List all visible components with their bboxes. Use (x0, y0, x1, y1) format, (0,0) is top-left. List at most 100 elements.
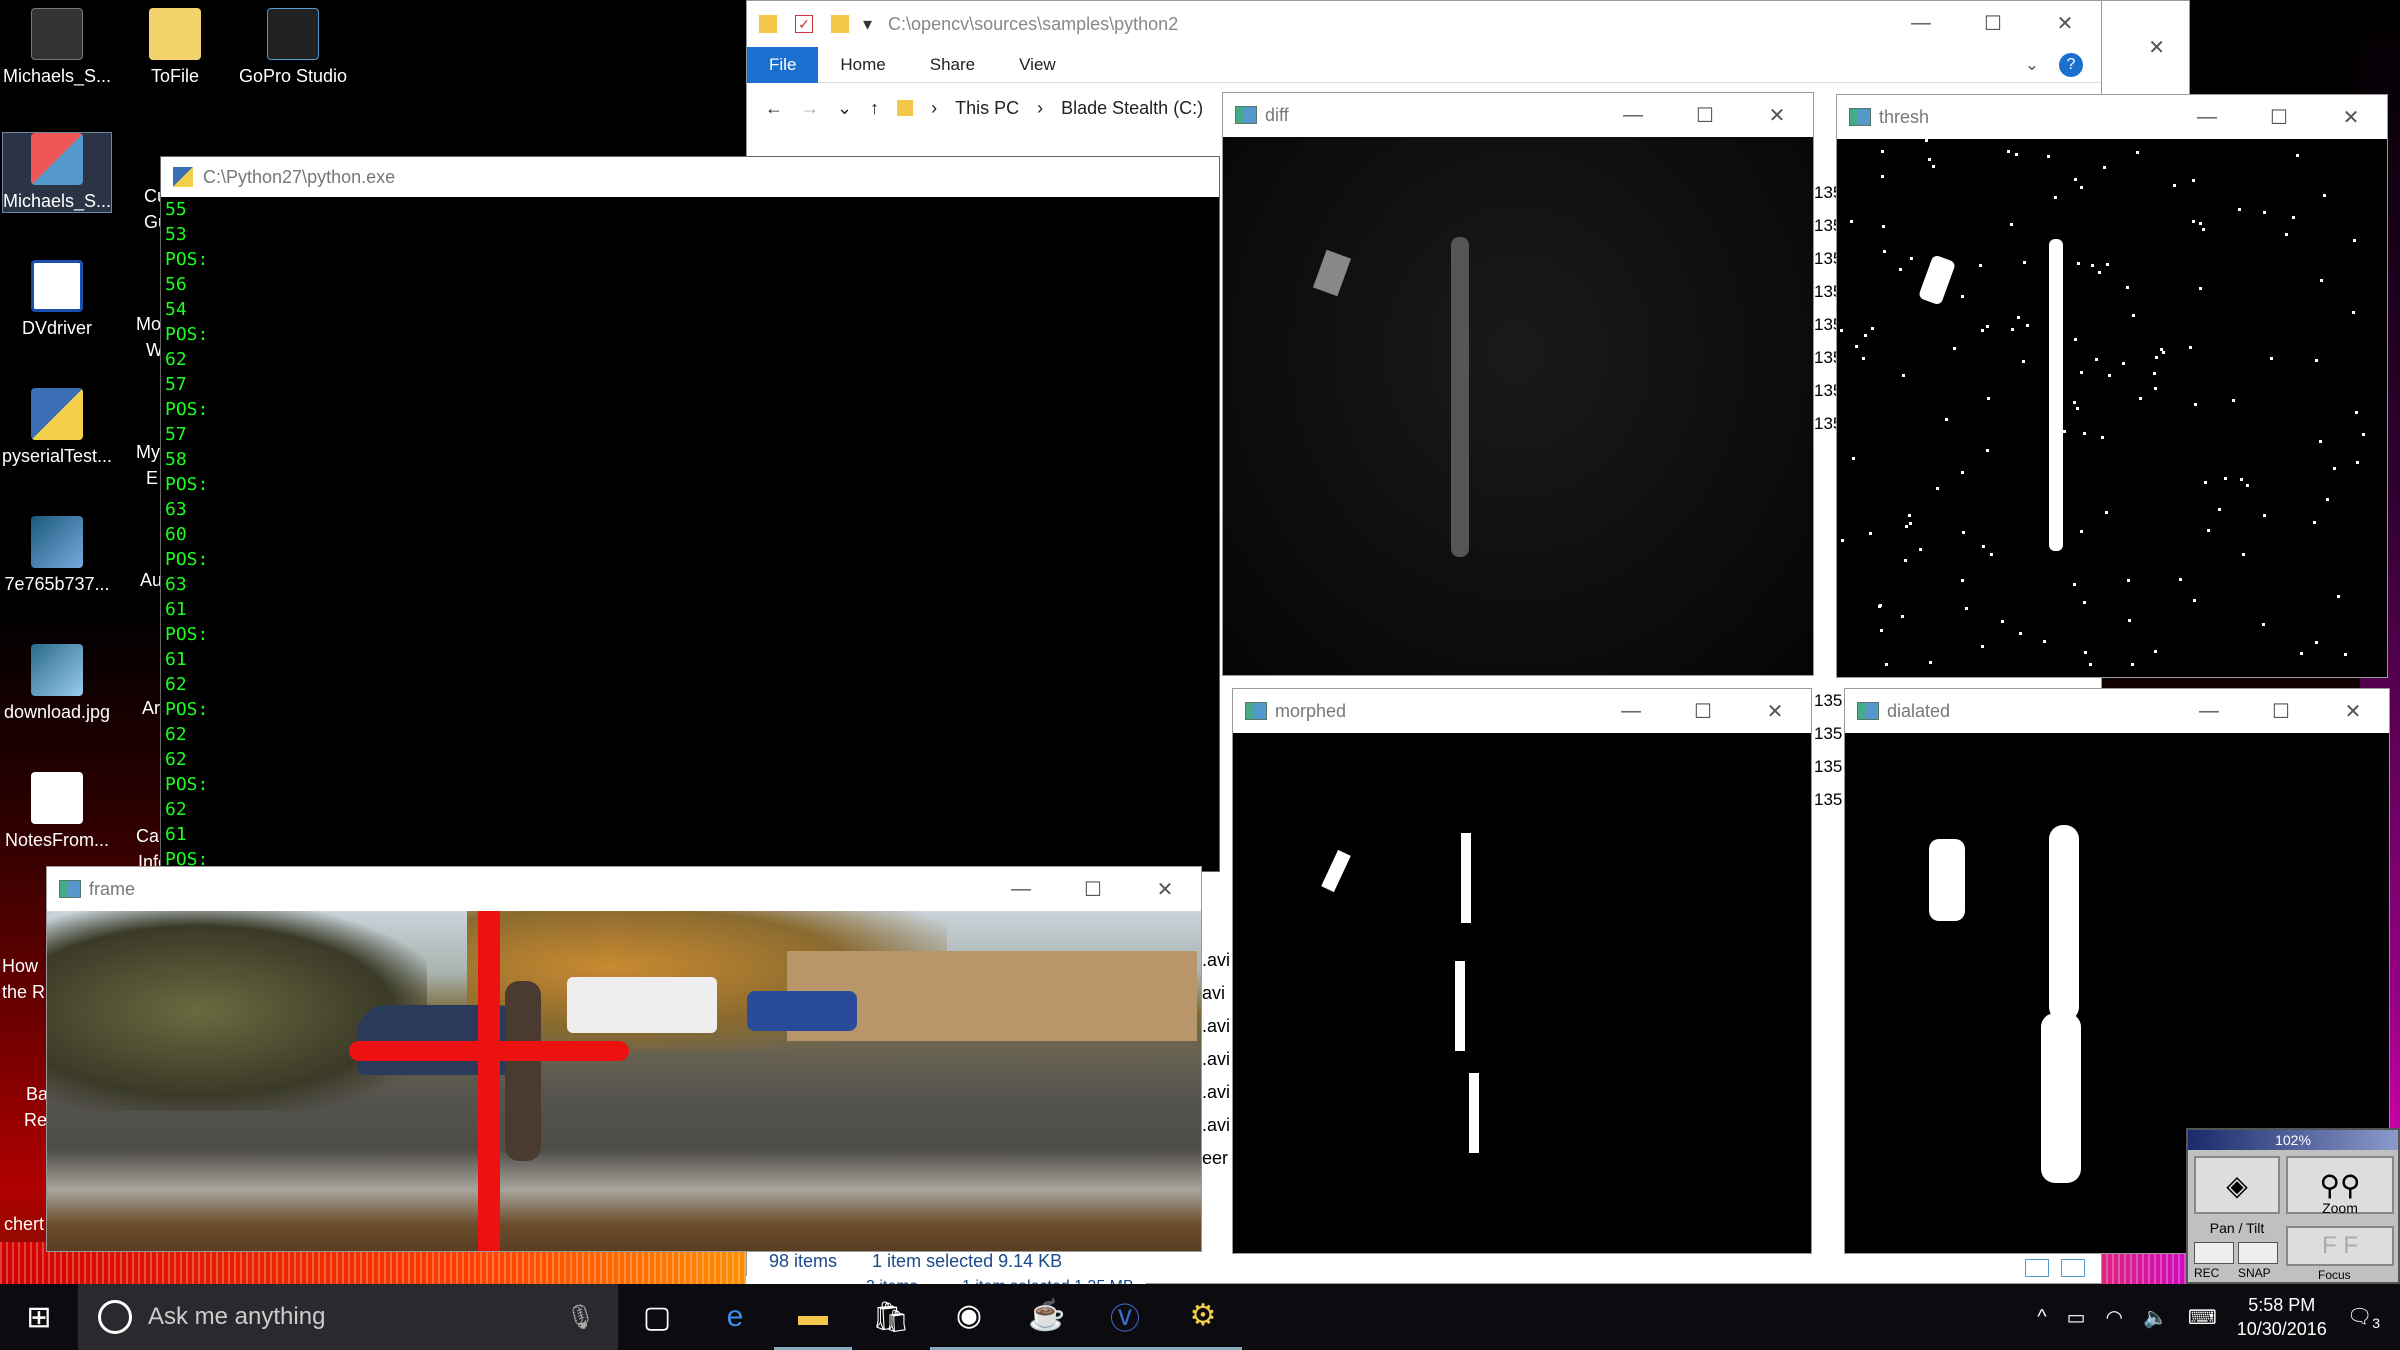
minimize-button[interactable]: — (1595, 689, 1667, 733)
list-item[interactable]: .avi (1202, 1043, 1230, 1076)
close-button[interactable]: ✕ (1741, 93, 1813, 137)
volume-icon[interactable]: 🔈 (2143, 1305, 2168, 1330)
noise-dot (2262, 623, 2265, 626)
noise-dot (2199, 222, 2202, 225)
minimize-button[interactable]: — (1597, 93, 1669, 137)
noise-dot (2077, 262, 2080, 265)
quick-access-dropdown-icon[interactable]: ▾ (863, 14, 872, 35)
tab-view[interactable]: View (997, 47, 1078, 83)
console-line: 54 (165, 299, 187, 320)
list-item[interactable]: .avi (1202, 1076, 1230, 1109)
close-button[interactable]: ✕ (1129, 867, 1201, 911)
minimize-button[interactable]: — (1885, 1, 1957, 45)
desktop-icon-7e765b737[interactable]: 7e765b737... (2, 516, 112, 595)
console-line: 62 (165, 724, 187, 745)
close-button[interactable]: ✕ (2315, 95, 2387, 139)
back-arrow-icon[interactable]: ← (765, 98, 783, 119)
maximize-button[interactable]: ☐ (1957, 1, 2029, 45)
desktop-icon-pyserialtest[interactable]: pyserialTest... (2, 388, 112, 467)
tab-share[interactable]: Share (908, 47, 997, 83)
maximize-button[interactable]: ☐ (2243, 95, 2315, 139)
rec-button[interactable] (2194, 1242, 2234, 1264)
close-button[interactable]: ✕ (1739, 689, 1811, 733)
noise-dot (1871, 327, 1874, 330)
desktop-icon-tofile[interactable]: ToFile (120, 8, 230, 87)
keyboard-icon[interactable]: ⌨ (2188, 1305, 2217, 1330)
desktop-icon-notesfrom[interactable]: NotesFrom... (2, 772, 112, 851)
list-item[interactable]: .avi (1202, 944, 1230, 977)
action-center-icon[interactable]: 🗨3 (2347, 1304, 2380, 1331)
maximize-button[interactable]: ☐ (2245, 689, 2317, 733)
parked-car (357, 1005, 527, 1075)
list-item[interactable]: .avi (1202, 1010, 1230, 1043)
java-icon[interactable]: ☕ (1008, 1284, 1086, 1350)
task-view-icon[interactable]: ▢ (618, 1284, 696, 1350)
tab-home[interactable]: Home (818, 47, 907, 83)
noise-dot (2122, 362, 2125, 365)
python-taskbar-icon[interactable]: ⚙ (1164, 1284, 1242, 1350)
desktop-icon-download-jpg[interactable]: download.jpg (2, 644, 112, 723)
tiles-view-icon[interactable] (2061, 1259, 2086, 1277)
python-console-window[interactable]: C:\Python27\python.exe 55 53 POS: 56 54 POS: 6… (160, 156, 1220, 872)
noise-dot (1981, 329, 1984, 332)
view-toggle[interactable] (2021, 1251, 2101, 1283)
console-line: 57 (165, 424, 187, 445)
console-line: 62 (165, 674, 187, 695)
list-item[interactable]: avi (1202, 977, 1226, 1010)
close-button[interactable]: ✕ (2317, 689, 2389, 733)
diff-window[interactable]: diff — ☐ ✕ (1222, 92, 1814, 676)
properties-icon[interactable]: ✓ (795, 15, 813, 33)
battery-icon[interactable]: ▭ (2067, 1305, 2086, 1330)
pan-tilt-eye-icon[interactable]: ◈ (2194, 1156, 2280, 1214)
store-icon[interactable]: 🛍 (852, 1284, 930, 1350)
cortana-search-box[interactable]: Ask me anything 🎙 (78, 1284, 618, 1350)
close-button[interactable]: ✕ (2029, 1, 2101, 45)
noise-dot (2023, 261, 2026, 264)
tab-file[interactable]: File (747, 46, 819, 83)
snap-button[interactable] (2238, 1242, 2278, 1264)
partial-label: chert (4, 1214, 45, 1234)
cortana-icon (98, 1300, 132, 1334)
noise-dot (2080, 371, 2083, 374)
chrome-icon[interactable]: ◉ (930, 1284, 1008, 1350)
desktop-icon-gopro-studio[interactable]: GoPro Studio (238, 8, 348, 87)
file-explorer-icon[interactable]: ▬ (774, 1284, 852, 1350)
frame-window[interactable]: frame — ☐ ✕ (46, 866, 1202, 1252)
close-icon[interactable]: ✕ (2148, 35, 2165, 60)
maximize-button[interactable]: ☐ (1057, 867, 1129, 911)
help-icon[interactable]: ? (2059, 52, 2083, 77)
minimize-button[interactable]: — (2171, 95, 2243, 139)
edge-browser-icon[interactable]: e (696, 1284, 774, 1350)
dvdriver-taskbar-icon[interactable]: Ⓥ (1086, 1284, 1164, 1350)
forward-arrow-icon[interactable]: → (801, 98, 819, 119)
clock[interactable]: 5:58 PM 10/30/2016 (2237, 1293, 2327, 1341)
thresh-window[interactable]: thresh — ☐ ✕ (1836, 94, 2388, 678)
desktop-icon-label: Michaels_S... (2, 66, 112, 86)
list-item[interactable]: .avi (1202, 1109, 1230, 1142)
thresh-object-region (1917, 254, 1957, 306)
desktop-icon-dvdriver[interactable]: DVdriver (2, 260, 112, 339)
maximize-button[interactable]: ☐ (1669, 93, 1741, 137)
windows-start-icon[interactable]: ⊞ (0, 1284, 78, 1350)
expand-ribbon-icon[interactable]: ⌄ (2025, 55, 2039, 75)
recent-dropdown-icon[interactable]: ⌄ (837, 98, 852, 119)
list-item[interactable]: eer (1202, 1142, 1228, 1175)
maximize-button[interactable]: ☐ (1667, 689, 1739, 733)
up-arrow-icon[interactable]: ↑ (870, 98, 879, 119)
breadcrumb-this-pc[interactable]: This PC (955, 98, 1019, 119)
wifi-icon[interactable]: ◠ (2105, 1305, 2122, 1330)
desktop-icon-michaels-s-1[interactable]: Michaels_S... (2, 8, 112, 87)
microphone-icon[interactable]: 🎙 (566, 1303, 596, 1332)
minimize-button[interactable]: — (985, 867, 1057, 911)
background-window[interactable]: ✕ (2100, 0, 2190, 100)
show-hidden-icons-icon[interactable]: ^ (2037, 1306, 2046, 1329)
minimize-button[interactable]: — (2173, 689, 2245, 733)
noise-dot (1901, 615, 1904, 618)
ptz-control-panel[interactable]: 102% ◈ ⚲⚲ Pan / Tilt Zoom F F REC SNAP F… (2186, 1128, 2400, 1284)
details-view-icon[interactable] (2025, 1259, 2049, 1277)
new-folder-icon[interactable] (831, 15, 849, 33)
focus-button[interactable]: F F (2286, 1226, 2394, 1266)
breadcrumb-drive[interactable]: Blade Stealth (C:) (1061, 98, 1203, 119)
desktop-icon-michaels-s-2[interactable]: Michaels_S... (2, 132, 112, 213)
morphed-window[interactable]: morphed — ☐ ✕ (1232, 688, 1812, 1254)
